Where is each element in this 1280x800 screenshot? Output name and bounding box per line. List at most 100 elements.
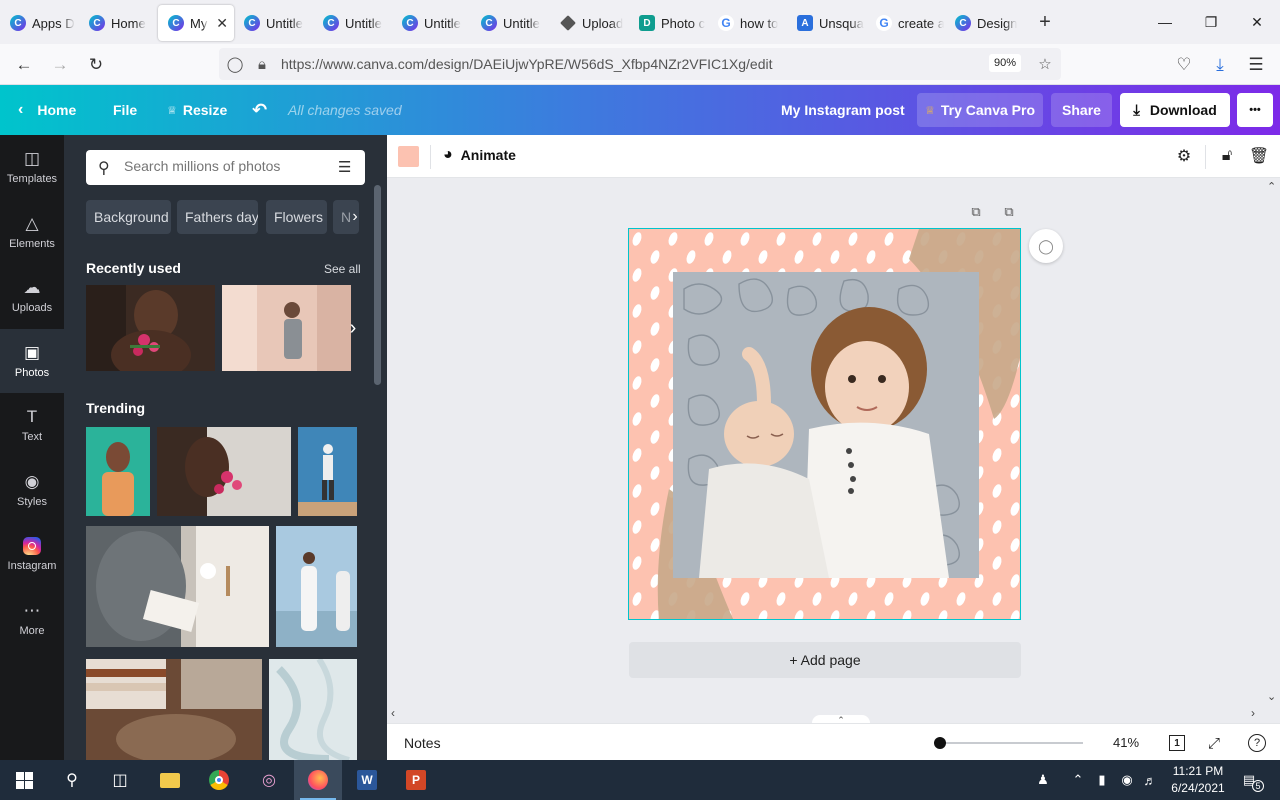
- rail-item-photos[interactable]: ▣ Photos: [0, 328, 64, 393]
- see-all-link[interactable]: See all: [324, 262, 361, 276]
- powerpoint-button[interactable]: P: [392, 760, 440, 800]
- browser-tab[interactable]: Ghow to: [708, 5, 787, 41]
- browser-tab[interactable]: C Untitle: [313, 5, 392, 41]
- new-tab-button[interactable]: +: [1030, 7, 1060, 37]
- photo-thumbnail[interactable]: [222, 285, 351, 371]
- volume-icon[interactable]: ♬: [1140, 770, 1160, 790]
- people-icon[interactable]: ♟: [1033, 770, 1053, 790]
- browser-menu-button[interactable]: ☰: [1243, 52, 1269, 78]
- task-view-button[interactable]: ◫: [96, 760, 144, 800]
- pocket-button[interactable]: ♡: [1171, 52, 1197, 78]
- search-input[interactable]: [124, 158, 324, 174]
- add-page-icon-button[interactable]: ⧉: [1001, 204, 1017, 220]
- downloads-button[interactable]: ⤓: [1207, 52, 1233, 78]
- recent-scroll-right-button[interactable]: ›: [343, 315, 363, 341]
- copy-style-button[interactable]: ⚙: [1174, 146, 1194, 166]
- chip-flowers[interactable]: Flowers: [266, 200, 327, 234]
- browser-tab[interactable]: A Unsqua: [787, 5, 866, 41]
- rail-item-instagram[interactable]: Instagram: [0, 522, 64, 586]
- try-canva-pro-button[interactable]: ♕ Try Canva Pro: [917, 93, 1043, 127]
- fullscreen-button[interactable]: ⤢: [1204, 733, 1224, 753]
- design-title[interactable]: My Instagram post: [781, 85, 905, 135]
- rail-item-elements[interactable]: △ Elements: [0, 200, 64, 264]
- restore-button[interactable]: ❐: [1188, 0, 1234, 44]
- browser-tab[interactable]: C Untitle: [234, 5, 313, 41]
- browser-tab[interactable]: C My I ✕: [158, 5, 234, 41]
- browser-tab[interactable]: D Photo c: [629, 5, 708, 41]
- share-button[interactable]: Share: [1051, 93, 1112, 127]
- duplicate-page-button[interactable]: ⧉: [968, 204, 984, 220]
- scroll-left-arrow[interactable]: ‹: [391, 706, 395, 720]
- minimize-button[interactable]: —: [1142, 0, 1188, 44]
- wifi-icon[interactable]: ◉: [1117, 770, 1137, 790]
- browser-tab[interactable]: Gcreate a: [866, 5, 945, 41]
- photo-search-box[interactable]: ⚲ ☰: [86, 150, 365, 185]
- notes-button[interactable]: Notes: [404, 735, 441, 751]
- notification-center-button[interactable]: ▤ 5: [1238, 770, 1264, 792]
- search-taskbar-button[interactable]: ⚲: [48, 760, 96, 800]
- scroll-right-arrow[interactable]: ›: [1251, 706, 1255, 720]
- photo-thumbnail[interactable]: [86, 526, 269, 647]
- more-options-button[interactable]: •••: [1237, 93, 1273, 127]
- start-button[interactable]: [0, 760, 48, 800]
- rail-item-styles[interactable]: ◉ Styles: [0, 458, 64, 522]
- photo-thumbnail[interactable]: [276, 526, 357, 647]
- scroll-up-arrow[interactable]: ⌃: [1267, 180, 1276, 193]
- battery-icon[interactable]: ▮: [1092, 770, 1112, 790]
- page-count-button[interactable]: 1: [1169, 735, 1185, 751]
- firefox-button[interactable]: [294, 760, 342, 800]
- chip-background[interactable]: Background: [86, 200, 171, 234]
- chips-scroll-right-button[interactable]: ›: [346, 200, 364, 234]
- download-button[interactable]: ⤓ Download: [1120, 93, 1230, 127]
- browser-tab[interactable]: C Design: [945, 5, 1024, 41]
- reload-button[interactable]: ↻: [83, 52, 109, 78]
- close-window-button[interactable]: ✕: [1234, 0, 1280, 44]
- browser-tab[interactable]: C Untitle: [392, 5, 471, 41]
- address-bar[interactable]: ◯ 🔒︎ https://www.canva.com/design/DAEiUj…: [219, 48, 1061, 80]
- zoom-indicator[interactable]: 90%: [989, 54, 1022, 72]
- close-tab-icon[interactable]: ✕: [216, 15, 228, 32]
- rail-item-uploads[interactable]: ☁ Uploads: [0, 264, 64, 328]
- photo-thumbnail[interactable]: [86, 285, 215, 371]
- help-button[interactable]: ?: [1248, 734, 1266, 752]
- file-menu-button[interactable]: File: [113, 85, 137, 135]
- add-page-button[interactable]: + Add page: [629, 642, 1021, 678]
- forward-button[interactable]: →: [47, 52, 73, 78]
- photo-thumbnail[interactable]: [86, 427, 150, 516]
- zoom-slider-track[interactable]: [940, 742, 1083, 744]
- rail-item-text[interactable]: T Text: [0, 393, 64, 457]
- back-button[interactable]: ←: [11, 52, 37, 78]
- file-explorer-button[interactable]: [146, 760, 194, 800]
- chrome-button[interactable]: [195, 760, 243, 800]
- resize-button[interactable]: ♕ Resize: [167, 85, 227, 135]
- chip-fathers-day[interactable]: Fathers day: [177, 200, 258, 234]
- word-button[interactable]: W: [343, 760, 391, 800]
- background-color-swatch[interactable]: [398, 146, 419, 167]
- photo-thumbnail[interactable]: [269, 659, 357, 760]
- system-clock[interactable]: 11:21 PM 6/24/2021: [1163, 763, 1233, 797]
- browser-tab[interactable]: Upload: [550, 5, 629, 41]
- design-artboard[interactable]: [628, 228, 1021, 620]
- browser-tab[interactable]: C Untitle: [471, 5, 550, 41]
- rail-item-more[interactable]: ⋯ More: [0, 587, 64, 651]
- add-comment-button[interactable]: ◯: [1029, 229, 1063, 263]
- zoom-slider-handle[interactable]: [934, 737, 946, 749]
- browser-tab[interactable]: C Apps D: [0, 5, 79, 41]
- paint-button[interactable]: ◎: [245, 760, 293, 800]
- browser-tab[interactable]: C Home: [79, 5, 158, 41]
- photo-thumbnail[interactable]: [298, 427, 357, 516]
- rail-item-templates[interactable]: ◫ Templates: [0, 135, 64, 199]
- show-hidden-icons-button[interactable]: ⌃: [1068, 770, 1088, 790]
- bookmark-star-icon[interactable]: ☆: [1035, 54, 1055, 74]
- url-text[interactable]: https://www.canva.com/design/DAEiUjwYpRE…: [281, 56, 773, 72]
- home-button[interactable]: ‹ Home: [18, 85, 76, 135]
- photo-thumbnail[interactable]: [86, 659, 262, 760]
- scroll-down-arrow[interactable]: ⌄: [1267, 690, 1276, 703]
- zoom-percentage[interactable]: 41%: [1113, 735, 1139, 750]
- animate-button[interactable]: ◕ Animate: [443, 146, 516, 164]
- delete-button[interactable]: 🗑︎: [1249, 146, 1269, 166]
- undo-button[interactable]: ↶: [252, 85, 267, 135]
- filter-sliders-icon[interactable]: ☰: [338, 158, 351, 176]
- photo-thumbnail[interactable]: [157, 427, 291, 516]
- panel-scrollbar[interactable]: [374, 185, 381, 385]
